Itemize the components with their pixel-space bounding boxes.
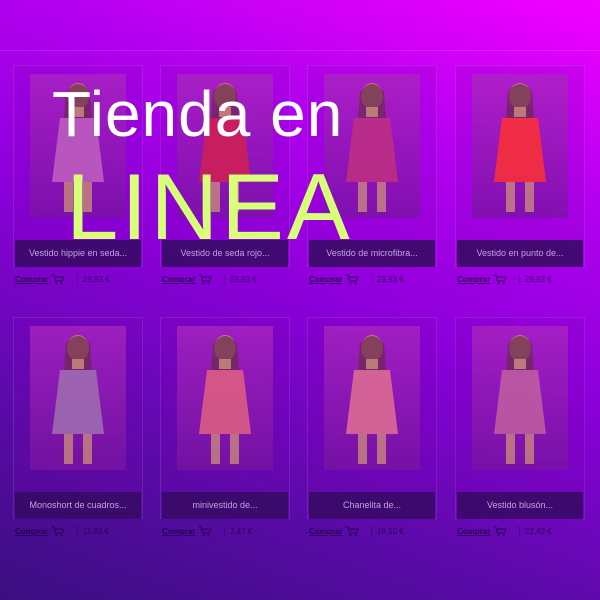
- buy-row: Comprar 22,43 €: [457, 524, 587, 540]
- shopping-cart-icon[interactable]: [493, 526, 507, 537]
- headline-tienda-en: Tienda en: [52, 78, 344, 150]
- product-caption[interactable]: minivestido de...: [162, 492, 288, 519]
- headline-linea: LINEA: [66, 154, 353, 259]
- buy-link[interactable]: Comprar: [457, 527, 490, 536]
- divider: [371, 274, 372, 284]
- product-photo[interactable]: [324, 326, 420, 470]
- product-card[interactable]: Vestido en punto de...: [455, 65, 585, 267]
- buy-link[interactable]: Comprar: [162, 527, 195, 536]
- product-price: 29,93 €: [83, 275, 110, 284]
- product-caption[interactable]: Chanelita de...: [309, 492, 435, 519]
- buy-row: Comprar 19,50 €: [309, 524, 439, 540]
- divider: [371, 526, 372, 536]
- buy-link[interactable]: Comprar: [309, 527, 342, 536]
- buy-link[interactable]: Comprar: [15, 527, 48, 536]
- buy-row: Comprar 29,93 €: [162, 272, 292, 288]
- shopping-cart-icon[interactable]: [198, 526, 212, 537]
- buy-row: Comprar 11,83 €: [15, 524, 145, 540]
- shopping-cart-icon[interactable]: [51, 274, 65, 285]
- buy-link[interactable]: Comprar: [457, 275, 490, 284]
- shopping-cart-icon[interactable]: [198, 274, 212, 285]
- product-price: 29,93 €: [525, 275, 552, 284]
- product-caption[interactable]: Monoshort de cuadros...: [15, 492, 141, 519]
- divider: [77, 274, 78, 284]
- product-card[interactable]: Vestido blusón...: [455, 317, 585, 519]
- product-price: 11,83 €: [83, 527, 110, 536]
- product-price: 29,93 €: [230, 275, 257, 284]
- buy-row: Comprar 29,93 €: [15, 272, 145, 288]
- product-price: 19,50 €: [377, 527, 404, 536]
- product-price: 7,47 €: [230, 527, 253, 536]
- product-caption[interactable]: Vestido en punto de...: [457, 240, 583, 267]
- divider: [519, 274, 520, 284]
- product-card[interactable]: minivestido de...: [160, 317, 290, 519]
- divider: [519, 526, 520, 536]
- shopping-cart-icon[interactable]: [345, 526, 359, 537]
- buy-link[interactable]: Comprar: [162, 275, 195, 284]
- buy-link[interactable]: Comprar: [309, 275, 342, 284]
- shopping-cart-icon[interactable]: [345, 274, 359, 285]
- product-photo[interactable]: [30, 326, 126, 470]
- divider: [224, 526, 225, 536]
- divider: [77, 526, 78, 536]
- product-photo[interactable]: [472, 74, 568, 218]
- product-caption[interactable]: Vestido blusón...: [457, 492, 583, 519]
- buy-row: Comprar 7,47 €: [162, 524, 292, 540]
- product-card[interactable]: Chanelita de...: [307, 317, 437, 519]
- buy-row: Comprar 29,93 €: [309, 272, 439, 288]
- product-price: 22,43 €: [525, 527, 552, 536]
- product-photo[interactable]: [177, 326, 273, 470]
- shopping-cart-icon[interactable]: [493, 274, 507, 285]
- shopping-cart-icon[interactable]: [51, 526, 65, 537]
- product-card[interactable]: Monoshort de cuadros...: [13, 317, 143, 519]
- buy-row: Comprar 29,93 €: [457, 272, 587, 288]
- product-price: 29,93 €: [377, 275, 404, 284]
- divider: [224, 274, 225, 284]
- buy-link[interactable]: Comprar: [15, 275, 48, 284]
- product-photo[interactable]: [472, 326, 568, 470]
